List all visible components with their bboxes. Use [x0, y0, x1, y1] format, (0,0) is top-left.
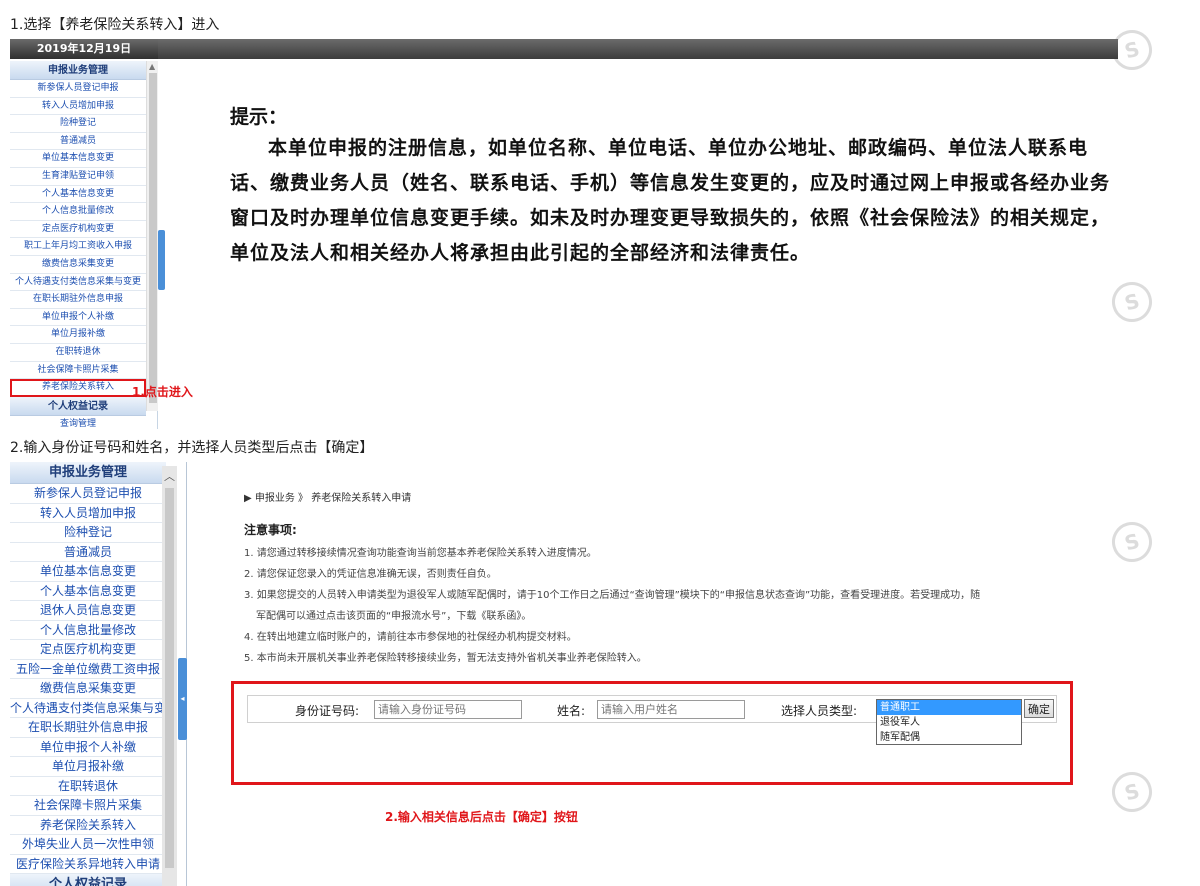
- step1-title: 1.选择【养老保险关系转入】进入: [10, 17, 220, 33]
- sidebar-item[interactable]: 新参保人员登记申报: [10, 80, 146, 98]
- sidebar-item[interactable]: 缴费信息采集变更: [10, 256, 146, 274]
- sidebar-item[interactable]: 缴费信息采集变更: [10, 679, 166, 699]
- chevron-up-icon[interactable]: ︿: [164, 468, 175, 484]
- sidebar-item[interactable]: 单位申报个人补缴: [10, 309, 146, 327]
- notice-item: 军配偶可以通过点击该页面的“申报流水号”，下载《联系函》。: [256, 611, 532, 622]
- sidebar-item[interactable]: 个人基本信息变更: [10, 186, 146, 204]
- menu-list: 申报业务管理 新参保人员登记申报 转入人员增加申报 险种登记 普通减员 单位基本信息变更…: [10, 61, 146, 429]
- name-input[interactable]: [597, 700, 745, 719]
- scrollbar-thumb[interactable]: [165, 488, 174, 868]
- tip-body: 本单位申报的注册信息，如单位名称、单位电话、单位办公地址、邮政编码、单位法人联系…: [230, 137, 1111, 264]
- person-type-select[interactable]: 普通职工 退役军人 随军配偶: [876, 699, 1022, 745]
- sidebar-item[interactable]: 养老保险关系转入: [10, 816, 166, 835]
- sidebar-item-query[interactable]: 查询管理: [10, 416, 146, 429]
- sidebar-item[interactable]: 单位基本信息变更: [10, 562, 166, 582]
- notice-item: 3. 如果您提交的人员转入申请类型为退役军人或随军配偶时，请于10个工作日之后通…: [244, 590, 981, 601]
- notice-item: 1. 请您通过转移接续情况查询功能查询当前您基本养老保险关系转入进度情况。: [244, 548, 597, 559]
- sidebar-item[interactable]: 退休人员信息变更: [10, 601, 166, 621]
- sidebar-item[interactable]: 定点医疗机构变更: [10, 221, 146, 239]
- sidebar-item[interactable]: 单位月报补缴: [10, 326, 146, 344]
- sidebar-item[interactable]: 普通减员: [10, 133, 146, 151]
- step2-annotation: 2.输入相关信息后点击【确定】按钮: [385, 810, 578, 824]
- sidebar-item[interactable]: 单位月报补缴: [10, 757, 166, 777]
- sidebar-item[interactable]: 在职转退休: [10, 777, 166, 796]
- sidebar-item[interactable]: 五险一金单位缴费工资申报: [10, 660, 166, 679]
- sidebar-scrollbar[interactable]: ▲: [146, 61, 158, 411]
- breadcrumb: ▶ 申报业务 》 养老保险关系转入申请: [244, 493, 412, 504]
- id-number-label: 身份证号码:: [295, 704, 360, 718]
- collapse-sidebar-handle[interactable]: [158, 230, 165, 290]
- sidebar-menu-2: 申报业务管理 新参保人员登记申报 转入人员增加申报 险种登记 普通减员 单位基本信息变更…: [10, 462, 176, 886]
- person-type-option[interactable]: 普通职工: [877, 700, 1021, 715]
- sidebar-item[interactable]: 个人待遇支付类信息采集与变更: [10, 699, 166, 718]
- main-content: ▶ 申报业务 》 养老保险关系转入申请 注意事项: 1. 请您通过转移接续情况查…: [244, 489, 1104, 669]
- tip-panel: 提示： 本单位申报的注册信息，如单位名称、单位电话、单位办公地址、邮政编码、单位…: [230, 102, 1110, 271]
- sidebar-item[interactable]: 养老保险关系转入: [10, 379, 146, 397]
- sidebar-item[interactable]: 险种登记: [10, 523, 166, 543]
- sidebar-item[interactable]: 新参保人员登记申报: [10, 484, 166, 504]
- sidebar-item[interactable]: 生育津贴登记申领: [10, 168, 146, 186]
- sidebar-item[interactable]: 社会保障卡照片采集: [10, 362, 146, 380]
- person-type-label: 选择人员类型:: [781, 704, 858, 718]
- sidebar-item[interactable]: 在职长期驻外信息申报: [10, 291, 146, 309]
- id-number-input[interactable]: [374, 700, 522, 719]
- notice-list: 1. 请您通过转移接续情况查询功能查询当前您基本养老保险关系转入进度情况。 2. …: [244, 543, 1104, 669]
- sidebar-item[interactable]: 外埠失业人员一次性申领: [10, 835, 166, 855]
- highlight-form-box: 身份证号码: 姓名: 选择人员类型: 普通职工退役军人随军配偶 确定: [231, 681, 1073, 785]
- step2-title: 2.输入身份证号码和姓名，并选择人员类型后点击【确定】: [10, 440, 374, 456]
- sidebar-item[interactable]: 转入人员增加申报: [10, 504, 166, 523]
- step1-annotation: 1.点击进入: [132, 385, 193, 399]
- notice-title: 注意事项:: [244, 523, 297, 537]
- sidebar-item[interactable]: 医疗保险关系异地转入申请: [10, 855, 166, 874]
- tip-heading: 提示：: [230, 106, 288, 128]
- notice-item: 2. 请您保证您录入的凭证信息准确无误，否则责任自负。: [244, 569, 497, 580]
- menu-head-declare[interactable]: 申报业务管理: [10, 61, 146, 80]
- sidebar-item[interactable]: 个人基本信息变更: [10, 582, 166, 601]
- sidebar-item[interactable]: 个人信息批量修改: [10, 621, 166, 640]
- menu-head-declare[interactable]: 申报业务管理: [10, 462, 166, 484]
- top-date-bar: 2019年12月19日: [10, 39, 1118, 59]
- sidebar-item[interactable]: 职工上年月均工资收入申报: [10, 238, 146, 256]
- scroll-up-icon[interactable]: ▲: [149, 62, 155, 71]
- sidebar-scrollbar[interactable]: ︿: [162, 466, 177, 886]
- sidebar-item[interactable]: 在职长期驻外信息申报: [10, 718, 166, 738]
- watermark-logo: S: [1107, 517, 1157, 567]
- notice-item: 5. 本市尚未开展机关事业养老保险转移接续业务，暂无法支持外省机关事业养老保险转…: [244, 653, 647, 664]
- sidebar-item[interactable]: 险种登记: [10, 115, 146, 133]
- menu-head-personal-rights[interactable]: 个人权益记录: [10, 396, 146, 416]
- sidebar-item[interactable]: 个人待遇支付类信息采集与变更: [10, 274, 146, 292]
- sidebar-menu-1: 申报业务管理 新参保人员登记申报 转入人员增加申报 险种登记 普通减员 单位基本信息变更…: [10, 61, 158, 429]
- watermark-logo: S: [1107, 767, 1157, 817]
- person-type-option[interactable]: 随军配偶: [877, 730, 1021, 745]
- menu-list: 申报业务管理 新参保人员登记申报 转入人员增加申报 险种登记 普通减员 单位基本信息变更…: [10, 462, 166, 886]
- date-label: 2019年12月19日: [10, 39, 158, 59]
- name-label: 姓名:: [557, 704, 586, 718]
- sidebar-item[interactable]: 定点医疗机构变更: [10, 640, 166, 660]
- sidebar-item[interactable]: 个人信息批量修改: [10, 203, 146, 221]
- scrollbar-thumb[interactable]: [149, 73, 157, 403]
- watermark-logo: S: [1107, 277, 1157, 327]
- confirm-button[interactable]: 确定: [1024, 699, 1054, 718]
- sidebar-item[interactable]: 在职转退休: [10, 344, 146, 362]
- sidebar-item[interactable]: 普通减员: [10, 543, 166, 562]
- sidebar-item[interactable]: 单位基本信息变更: [10, 150, 146, 168]
- notice-item: 4. 在转出地建立临时账户的，请前往本市参保地的社保经办机构提交材料。: [244, 632, 577, 643]
- person-type-option[interactable]: 退役军人: [877, 715, 1021, 730]
- menu-head-personal-rights[interactable]: 个人权益记录: [10, 874, 166, 886]
- sidebar-item[interactable]: 转入人员增加申报: [10, 98, 146, 116]
- collapse-sidebar-handle[interactable]: ◂: [178, 658, 187, 740]
- sidebar-item[interactable]: 单位申报个人补缴: [10, 738, 166, 757]
- transfer-form: 身份证号码: 姓名: 选择人员类型: 普通职工退役军人随军配偶 确定: [247, 695, 1057, 745]
- sidebar-item[interactable]: 社会保障卡照片采集: [10, 796, 166, 816]
